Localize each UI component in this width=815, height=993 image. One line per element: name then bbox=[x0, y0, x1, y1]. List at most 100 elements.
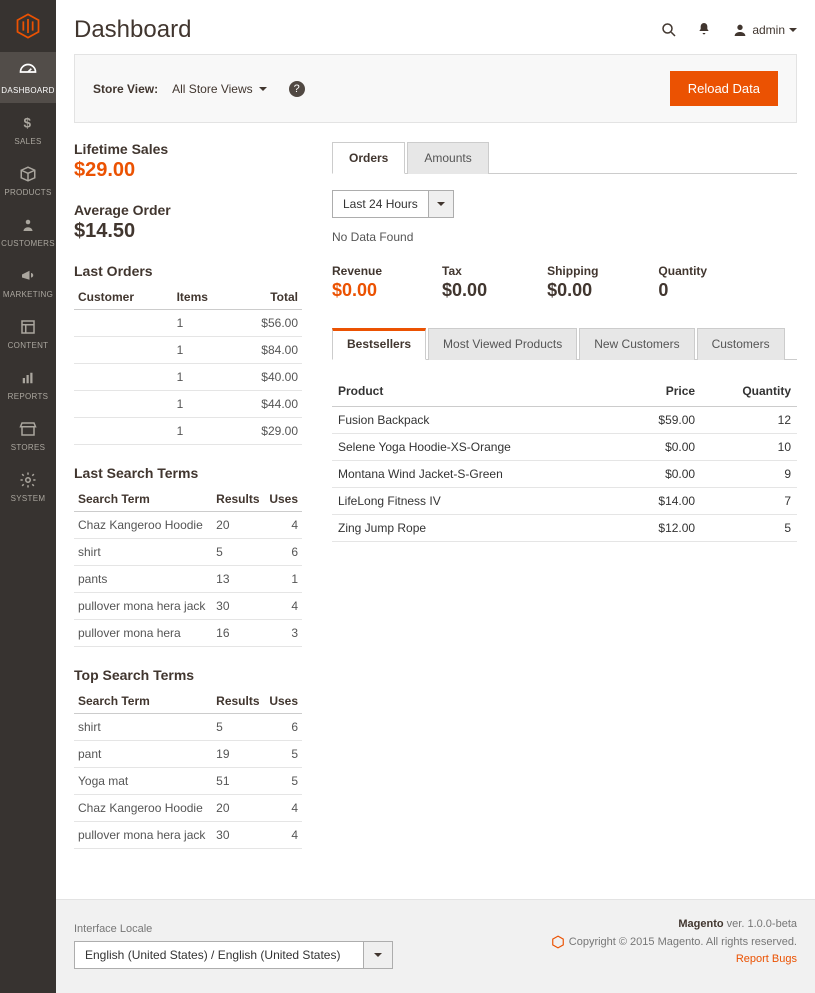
cell-product: Selene Yoga Hoodie-XS-Orange bbox=[332, 434, 624, 461]
footer-version: ver. 1.0.0-beta bbox=[724, 918, 797, 930]
cell-items: 1 bbox=[173, 310, 234, 337]
cell-items: 1 bbox=[173, 337, 234, 364]
admin-user-menu[interactable]: admin bbox=[732, 22, 797, 38]
col-term: Search Term bbox=[74, 487, 212, 512]
tab-customers[interactable]: Customers bbox=[697, 328, 785, 360]
top-search-heading: Top Search Terms bbox=[74, 667, 302, 683]
table-row[interactable]: Chaz Kangeroo Hoodie204 bbox=[74, 795, 302, 822]
sidebar-item-label: CONTENT bbox=[8, 341, 49, 350]
report-bugs-link[interactable]: Report Bugs bbox=[736, 953, 797, 965]
sidebar-item-reports[interactable]: REPORTS bbox=[0, 358, 56, 409]
cell-uses: 4 bbox=[265, 822, 302, 849]
sidebar-item-products[interactable]: PRODUCTS bbox=[0, 154, 56, 205]
sidebar: DASHBOARD $ SALES PRODUCTS CUSTOMERS MAR… bbox=[0, 0, 56, 993]
table-row[interactable]: 1$84.00 bbox=[74, 337, 302, 364]
cell-items: 1 bbox=[173, 364, 234, 391]
col-results: Results bbox=[212, 689, 264, 714]
table-row[interactable]: 1$44.00 bbox=[74, 391, 302, 418]
revenue-label: Revenue bbox=[332, 264, 382, 278]
sidebar-item-label: SYSTEM bbox=[11, 494, 46, 503]
cell-price: $14.00 bbox=[624, 488, 701, 515]
sidebar-item-customers[interactable]: CUSTOMERS bbox=[0, 205, 56, 256]
table-row[interactable]: pullover mona hera163 bbox=[74, 620, 302, 647]
sidebar-item-stores[interactable]: STORES bbox=[0, 409, 56, 460]
sidebar-item-system[interactable]: SYSTEM bbox=[0, 460, 56, 511]
sidebar-item-label: SALES bbox=[14, 137, 41, 146]
sidebar-item-label: PRODUCTS bbox=[4, 188, 51, 197]
sidebar-item-dashboard[interactable]: DASHBOARD bbox=[0, 52, 56, 103]
chevron-down-icon bbox=[437, 202, 445, 206]
cell-total: $56.00 bbox=[233, 310, 302, 337]
cell-term: pant bbox=[74, 741, 212, 768]
cell-uses: 1 bbox=[265, 566, 302, 593]
cell-uses: 3 bbox=[265, 620, 302, 647]
table-row[interactable]: pullover mona hera jack304 bbox=[74, 822, 302, 849]
table-row[interactable]: pants131 bbox=[74, 566, 302, 593]
table-row[interactable]: Yoga mat515 bbox=[74, 768, 302, 795]
magento-logo[interactable] bbox=[0, 0, 56, 52]
sidebar-item-marketing[interactable]: MARKETING bbox=[0, 256, 56, 307]
average-order-label: Average Order bbox=[74, 202, 302, 218]
table-row[interactable]: 1$40.00 bbox=[74, 364, 302, 391]
sidebar-item-sales[interactable]: $ SALES bbox=[0, 103, 56, 154]
cell-term: shirt bbox=[74, 714, 212, 741]
tab-amounts[interactable]: Amounts bbox=[407, 142, 488, 174]
gauge-icon bbox=[18, 62, 38, 82]
cell-term: pullover mona hera jack bbox=[74, 822, 212, 849]
cell-quantity: 5 bbox=[701, 515, 797, 542]
store-view-bar: Store View: All Store Views ? Reload Dat… bbox=[74, 54, 797, 123]
table-row[interactable]: shirt56 bbox=[74, 714, 302, 741]
cell-results: 13 bbox=[212, 566, 264, 593]
last-orders-table: Customer Items Total 1$56.001$84.001$40.… bbox=[74, 285, 302, 445]
table-row[interactable]: shirt56 bbox=[74, 539, 302, 566]
store-view-select[interactable]: All Store Views bbox=[172, 82, 266, 96]
tab-bestsellers[interactable]: Bestsellers bbox=[332, 328, 426, 360]
cell-items: 1 bbox=[173, 418, 234, 445]
col-uses: Uses bbox=[265, 487, 302, 512]
shipping-value: $0.00 bbox=[547, 280, 598, 301]
page-title: Dashboard bbox=[74, 16, 191, 44]
cell-price: $0.00 bbox=[624, 434, 701, 461]
table-row[interactable]: Chaz Kangeroo Hoodie204 bbox=[74, 512, 302, 539]
table-row[interactable]: Fusion Backpack$59.0012 bbox=[332, 407, 797, 434]
tax-label: Tax bbox=[442, 264, 487, 278]
reload-data-button[interactable]: Reload Data bbox=[670, 71, 778, 106]
tab-new-customers[interactable]: New Customers bbox=[579, 328, 694, 360]
bestsellers-table: Product Price Quantity Fusion Backpack$5… bbox=[332, 376, 797, 542]
cell-term: Chaz Kangeroo Hoodie bbox=[74, 512, 212, 539]
locale-dropdown-button[interactable] bbox=[364, 941, 393, 969]
cell-total: $40.00 bbox=[233, 364, 302, 391]
cell-price: $0.00 bbox=[624, 461, 701, 488]
table-row[interactable]: pullover mona hera jack304 bbox=[74, 593, 302, 620]
footer-brand: Magento bbox=[678, 918, 723, 930]
bell-icon[interactable] bbox=[696, 21, 714, 39]
table-row[interactable]: 1$56.00 bbox=[74, 310, 302, 337]
cell-results: 51 bbox=[212, 768, 264, 795]
tab-most-viewed[interactable]: Most Viewed Products bbox=[428, 328, 577, 360]
dollar-icon: $ bbox=[18, 113, 38, 133]
cell-price: $12.00 bbox=[624, 515, 701, 542]
locale-select[interactable]: English (United States) / English (Unite… bbox=[74, 941, 364, 969]
table-row[interactable]: Zing Jump Rope$12.005 bbox=[332, 515, 797, 542]
col-quantity: Quantity bbox=[701, 376, 797, 407]
chevron-down-icon bbox=[374, 953, 382, 957]
table-row[interactable]: pant195 bbox=[74, 741, 302, 768]
sub-tabs: Bestsellers Most Viewed Products New Cus… bbox=[332, 327, 797, 360]
help-icon[interactable]: ? bbox=[289, 81, 305, 97]
tab-orders[interactable]: Orders bbox=[332, 142, 405, 174]
cell-results: 16 bbox=[212, 620, 264, 647]
cell-price: $59.00 bbox=[624, 407, 701, 434]
table-row[interactable]: Selene Yoga Hoodie-XS-Orange$0.0010 bbox=[332, 434, 797, 461]
cell-uses: 4 bbox=[265, 795, 302, 822]
period-dropdown-button[interactable] bbox=[429, 190, 454, 218]
sidebar-item-content[interactable]: CONTENT bbox=[0, 307, 56, 358]
cell-product: Fusion Backpack bbox=[332, 407, 624, 434]
cell-customer bbox=[74, 337, 173, 364]
table-row[interactable]: Montana Wind Jacket-S-Green$0.009 bbox=[332, 461, 797, 488]
table-row[interactable]: LifeLong Fitness IV$14.007 bbox=[332, 488, 797, 515]
cell-quantity: 10 bbox=[701, 434, 797, 461]
table-row[interactable]: 1$29.00 bbox=[74, 418, 302, 445]
revenue-value: $0.00 bbox=[332, 280, 382, 301]
search-icon[interactable] bbox=[660, 21, 678, 39]
period-select[interactable]: Last 24 Hours bbox=[332, 190, 429, 218]
